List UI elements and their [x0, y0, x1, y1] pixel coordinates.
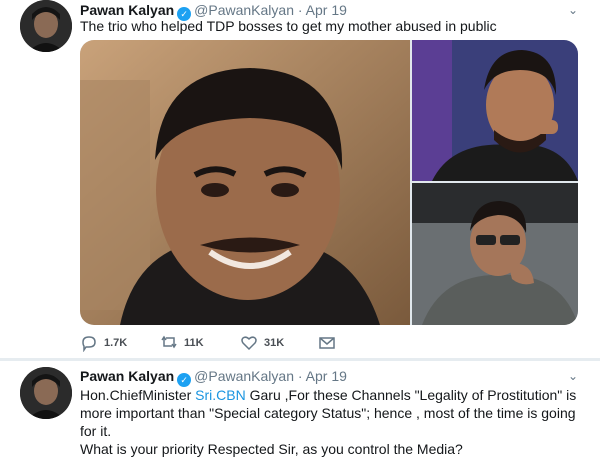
retweet-icon	[161, 335, 177, 349]
media-grid[interactable]	[80, 40, 578, 325]
verified-badge-icon: ✓	[177, 373, 192, 387]
reply-button[interactable]: 1.7K	[80, 334, 127, 352]
avatar[interactable]	[20, 367, 72, 419]
tweet-text-line: What is your priority Respected Sir, as …	[80, 441, 463, 457]
envelope-icon	[319, 337, 335, 349]
tweet-actions: 1.7K 11K 31K	[80, 334, 380, 354]
chevron-down-icon[interactable]: ⌄	[568, 3, 578, 17]
timestamp[interactable]: Apr 19	[306, 2, 347, 18]
heart-icon	[241, 336, 257, 351]
tweet-text: Hon.ChiefMinister Sri.CBN Garu ,For thes…	[80, 386, 580, 458]
like-count: 31K	[264, 337, 285, 349]
tweet-1[interactable]: Pawan Kalyan ✓ @PawanKalyan · Apr 19 ⌄ The…	[0, 0, 600, 360]
message-button[interactable]	[318, 334, 336, 352]
retweet-button[interactable]: 11K	[160, 334, 204, 352]
tweet-header: Pawan Kalyan ✓ @PawanKalyan · Apr 19	[80, 368, 347, 387]
tweet-text: The trio who helped TDP bosses to get my…	[80, 18, 497, 34]
timestamp[interactable]: Apr 19	[306, 368, 347, 384]
avatar[interactable]	[20, 0, 72, 52]
chevron-down-icon[interactable]: ⌄	[568, 369, 578, 383]
tweet-text-part: Hon.ChiefMinister	[80, 387, 196, 403]
reply-count: 1.7K	[104, 337, 128, 349]
photo-bottom-right[interactable]	[412, 183, 578, 325]
user-handle[interactable]: @PawanKalyan	[194, 2, 294, 18]
reply-icon	[82, 336, 96, 352]
display-name[interactable]: Pawan Kalyan	[80, 2, 174, 18]
tweet-2[interactable]: Pawan Kalyan ✓ @PawanKalyan · Apr 19 ⌄ Hon…	[0, 361, 600, 457]
separator: ·	[297, 368, 303, 384]
mention-link[interactable]: Sri.CBN	[195, 387, 246, 403]
display-name[interactable]: Pawan Kalyan	[80, 368, 174, 384]
photo-main[interactable]	[80, 40, 410, 325]
like-button[interactable]: 31K	[240, 334, 284, 352]
photo-top-right[interactable]	[412, 40, 578, 181]
retweet-count: 11K	[184, 337, 204, 349]
user-handle[interactable]: @PawanKalyan	[194, 368, 294, 384]
separator: ·	[297, 2, 303, 18]
